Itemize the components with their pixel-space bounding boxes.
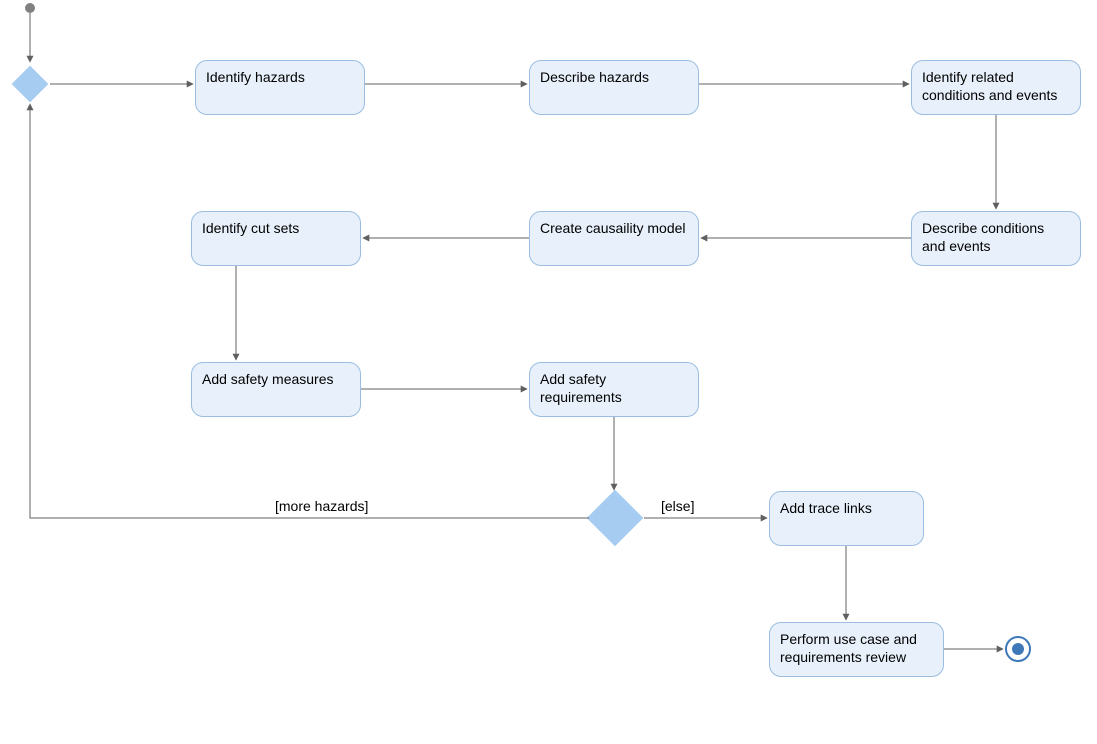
activity-label: Add safety measures [202, 371, 334, 387]
activity-add-safety-reqs: Add safety requirements [529, 362, 699, 417]
activity-describe-hazards: Describe hazards [529, 60, 699, 115]
activity-label: Add trace links [780, 500, 872, 516]
activity-label: Describe hazards [540, 69, 649, 85]
activity-describe-conditions: Describe conditions and events [911, 211, 1081, 266]
initial-node [25, 3, 35, 13]
activity-add-trace-links: Add trace links [769, 491, 924, 546]
activity-add-safety-measures: Add safety measures [191, 362, 361, 417]
activity-label: Identify hazards [206, 69, 305, 85]
decision-node [587, 490, 644, 547]
activity-label: Perform use case and requirements review [780, 631, 917, 665]
activity-identify-cutsets: Identify cut sets [191, 211, 361, 266]
final-node [1005, 636, 1031, 662]
activity-identify-hazards: Identify hazards [195, 60, 365, 115]
activity-label: Describe conditions and events [922, 220, 1044, 254]
activity-label: Create causaility model [540, 220, 686, 236]
activity-perform-review: Perform use case and requirements review [769, 622, 944, 677]
guard-else: [else] [661, 498, 694, 514]
guard-more-hazards: [more hazards] [275, 498, 368, 514]
activity-label: Add safety requirements [540, 371, 622, 405]
activity-diagram: Identify hazards Describe hazards Identi… [0, 0, 1097, 744]
activity-create-causality: Create causaility model [529, 211, 699, 266]
activity-identify-related: Identify related conditions and events [911, 60, 1081, 115]
activity-label: Identify cut sets [202, 220, 299, 236]
activity-label: Identify related conditions and events [922, 69, 1057, 103]
merge-node-top [12, 66, 49, 103]
